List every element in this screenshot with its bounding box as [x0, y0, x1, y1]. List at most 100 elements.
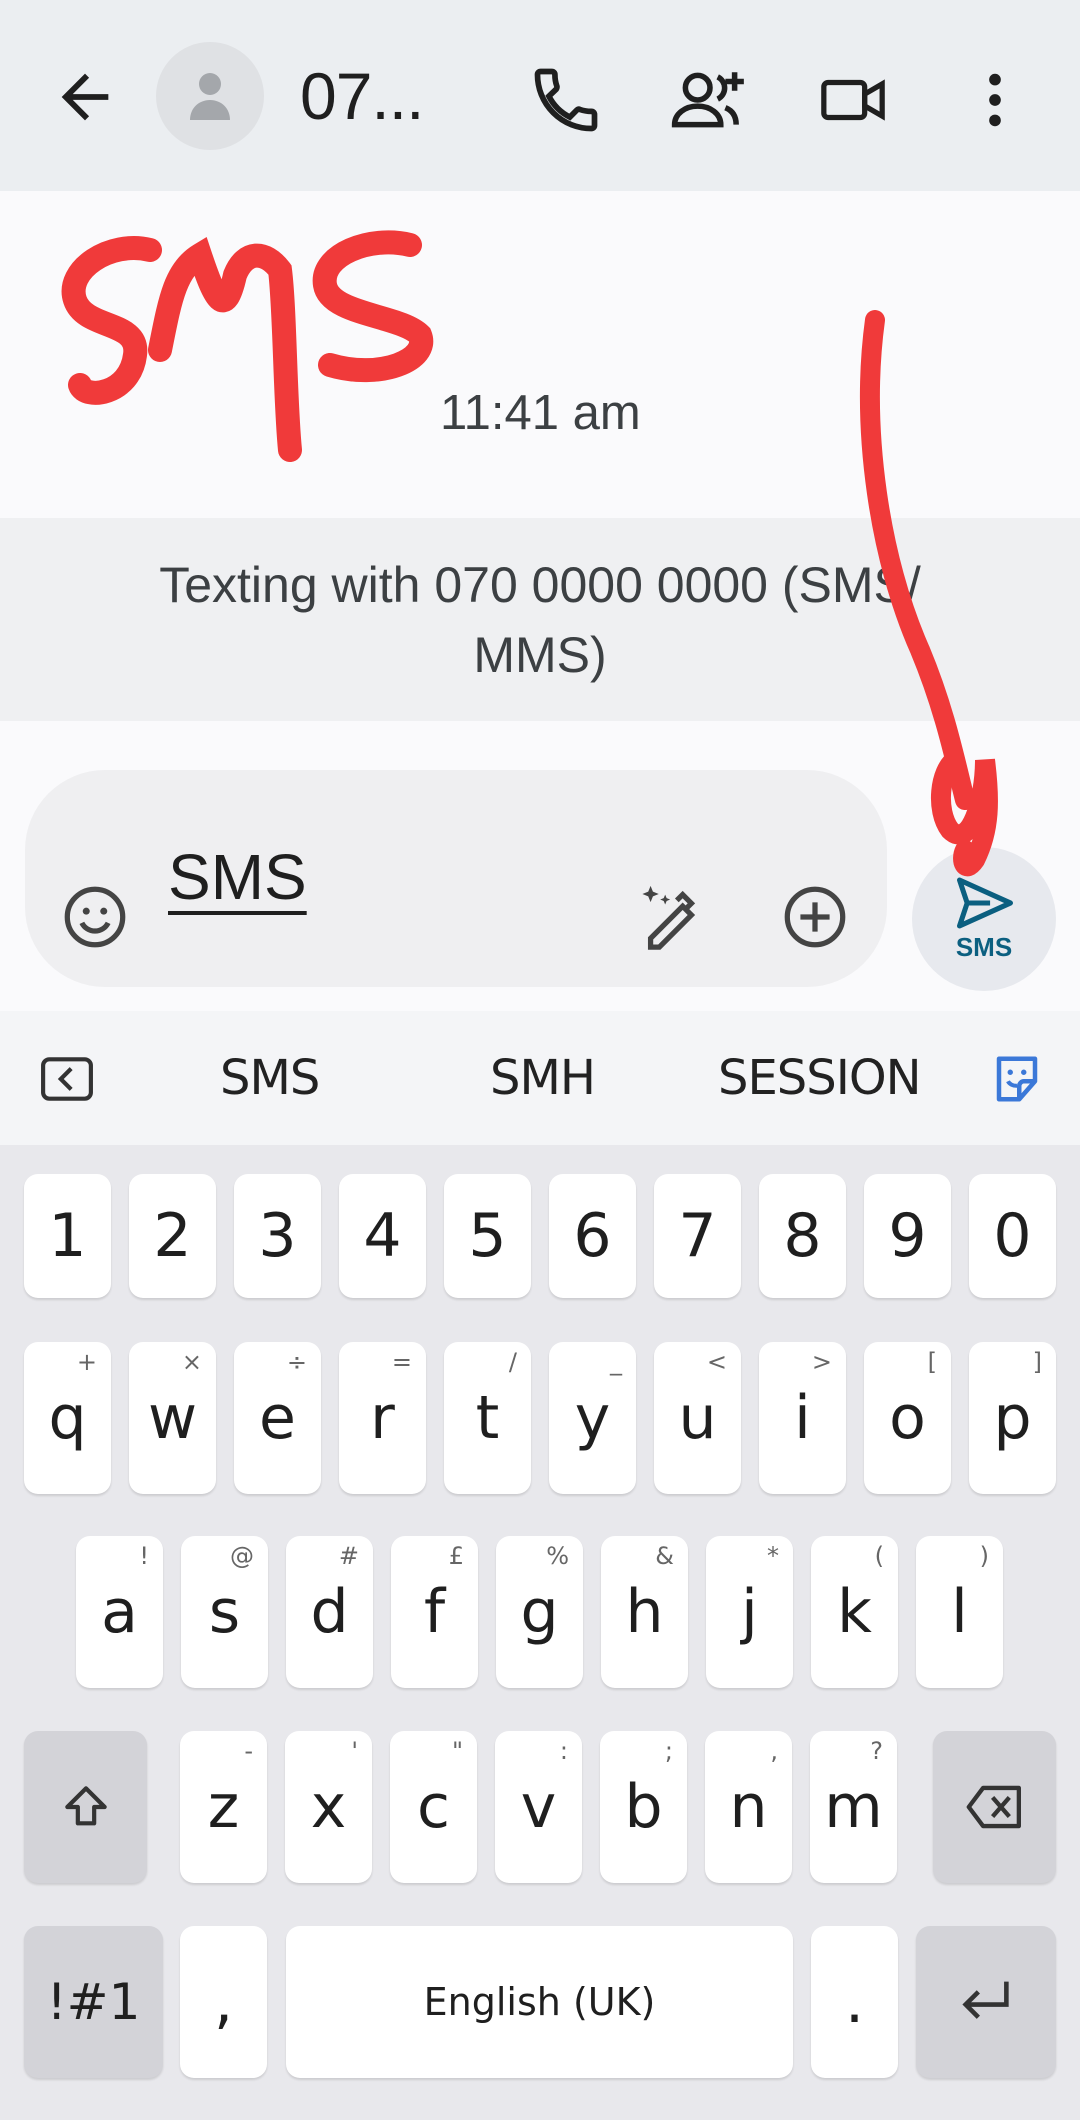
key-t-label: t	[475, 1383, 500, 1453]
key-r-label: r	[370, 1383, 395, 1453]
key-m[interactable]: m?	[810, 1731, 897, 1883]
period-key-label: .	[844, 1967, 865, 2037]
key-a[interactable]: a!	[76, 1536, 163, 1688]
space-key-label: English (UK)	[423, 1980, 656, 2024]
key-s-secondary: @	[230, 1542, 254, 1570]
key-3[interactable]: 3	[234, 1174, 321, 1298]
key-o-secondary: [	[927, 1348, 937, 1376]
magic-compose-icon[interactable]	[636, 880, 706, 950]
key-f[interactable]: f £	[391, 1536, 478, 1688]
key-t[interactable]: t /	[444, 1342, 531, 1494]
key-6[interactable]: 6	[549, 1174, 636, 1298]
shift-key[interactable]	[24, 1731, 147, 1883]
key-i-secondary: >	[811, 1348, 832, 1376]
key-3-label: 3	[258, 1201, 297, 1271]
symbols-key[interactable]: !#1	[24, 1926, 163, 2078]
key-p[interactable]: p]	[969, 1342, 1056, 1494]
key-b[interactable]: b;	[600, 1731, 687, 1883]
space-key[interactable]: English (UK)	[286, 1926, 793, 2078]
compose-field[interactable]	[25, 770, 887, 987]
key-4-label: 4	[363, 1201, 402, 1271]
key-q[interactable]: q +	[24, 1342, 111, 1494]
key-q-label: q	[48, 1383, 87, 1453]
key-n[interactable]: n,	[705, 1731, 792, 1883]
key-j-secondary: *	[767, 1542, 779, 1570]
texting-info-line2: MMS)	[473, 627, 607, 683]
key-o[interactable]: o[	[864, 1342, 951, 1494]
key-2[interactable]: 2	[129, 1174, 216, 1298]
key-f-secondary: £	[448, 1542, 464, 1570]
key-5[interactable]: 5	[444, 1174, 531, 1298]
key-w-secondary: ×	[181, 1348, 202, 1376]
key-c[interactable]: c "	[390, 1731, 477, 1883]
key-4[interactable]: 4	[339, 1174, 426, 1298]
symbols-key-label: !#1	[46, 1973, 141, 2031]
key-t-secondary: /	[508, 1348, 517, 1376]
key-r-secondary: =	[391, 1348, 412, 1376]
key-j[interactable]: j *	[706, 1536, 793, 1688]
message-input[interactable]: SMS	[168, 840, 307, 914]
video-call-icon[interactable]	[818, 62, 888, 138]
contact-name[interactable]: 07...	[300, 58, 424, 134]
more-vert-icon[interactable]	[960, 62, 1030, 138]
key-v[interactable]: v:	[495, 1731, 582, 1883]
key-l[interactable]: l)	[916, 1536, 1003, 1688]
key-x[interactable]: x '	[285, 1731, 372, 1883]
key-1[interactable]: 1	[24, 1174, 111, 1298]
add-person-icon[interactable]	[670, 62, 750, 138]
key-z-secondary: -	[244, 1737, 253, 1765]
key-w[interactable]: w ×	[129, 1342, 216, 1494]
send-icon	[957, 877, 1013, 929]
key-k-label: k	[837, 1577, 872, 1647]
key-g[interactable]: g%	[496, 1536, 583, 1688]
key-1-label: 1	[48, 1201, 87, 1271]
key-i[interactable]: i >	[759, 1342, 846, 1494]
key-0[interactable]: 0	[969, 1174, 1056, 1298]
avatar[interactable]	[156, 42, 264, 150]
add-attachment-icon[interactable]	[780, 882, 850, 952]
keyboard-collapse-icon[interactable]	[40, 1055, 94, 1103]
key-e[interactable]: e ÷	[234, 1342, 321, 1494]
key-v-label: v	[520, 1772, 557, 1842]
key-x-label: x	[310, 1772, 347, 1842]
key-y[interactable]: y _	[549, 1342, 636, 1494]
back-arrow-icon[interactable]	[50, 62, 120, 132]
key-w-label: w	[147, 1383, 198, 1453]
emoji-icon[interactable]	[60, 882, 130, 952]
key-l-label: l	[951, 1577, 968, 1647]
key-u-secondary: <	[706, 1348, 727, 1376]
backspace-key[interactable]	[933, 1731, 1056, 1883]
key-7[interactable]: 7	[654, 1174, 741, 1298]
key-9[interactable]: 9	[864, 1174, 951, 1298]
key-u[interactable]: u <	[654, 1342, 741, 1494]
key-o-label: o	[889, 1383, 926, 1453]
key-8-label: 8	[783, 1201, 822, 1271]
phone-icon[interactable]	[528, 62, 604, 138]
period-key[interactable]: .	[811, 1926, 898, 2078]
key-p-secondary: ]	[1032, 1348, 1042, 1376]
suggestion-1[interactable]: SMS	[220, 1050, 320, 1106]
key-6-label: 6	[573, 1201, 612, 1271]
suggestion-3[interactable]: SESSION	[718, 1050, 922, 1106]
send-sms-button[interactable]: SMS	[912, 847, 1056, 991]
key-k-secondary: (	[874, 1542, 884, 1570]
sticker-icon[interactable]	[990, 1052, 1044, 1106]
key-d-label: d	[310, 1577, 349, 1647]
comma-key[interactable]: ,	[180, 1926, 267, 2078]
key-h[interactable]: h &	[601, 1536, 688, 1688]
key-z[interactable]: z-	[180, 1731, 267, 1883]
send-label: SMS	[955, 932, 1013, 962]
key-7-label: 7	[678, 1201, 717, 1271]
key-e-label: e	[259, 1383, 296, 1453]
key-k[interactable]: k(	[811, 1536, 898, 1688]
key-y-label: y	[574, 1383, 611, 1453]
key-r[interactable]: r =	[339, 1342, 426, 1494]
key-s[interactable]: s @	[181, 1536, 268, 1688]
key-x-secondary: '	[351, 1737, 358, 1765]
backspace-icon	[966, 1785, 1021, 1829]
key-d[interactable]: d #	[286, 1536, 373, 1688]
enter-key[interactable]	[916, 1926, 1056, 2078]
suggestion-2[interactable]: SMH	[490, 1050, 596, 1106]
key-8[interactable]: 8	[759, 1174, 846, 1298]
key-h-label: h	[625, 1577, 664, 1647]
